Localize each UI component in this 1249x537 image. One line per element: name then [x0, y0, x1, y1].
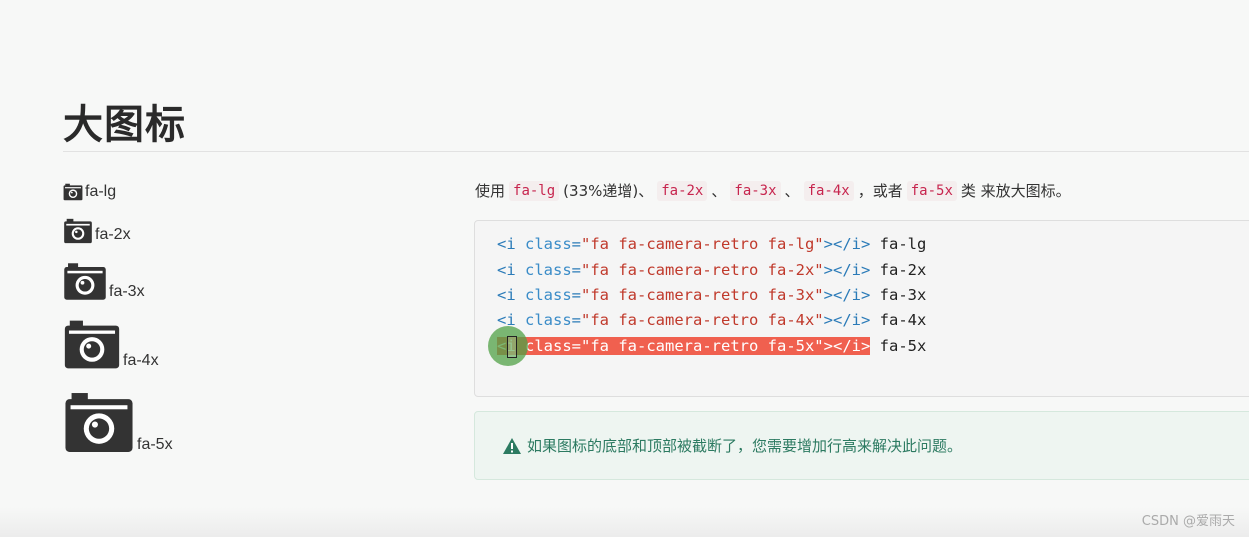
camera-retro-icon	[64, 263, 106, 300]
inline-code-5x: fa-5x	[906, 180, 957, 201]
camera-retro-icon	[65, 393, 133, 452]
text-cursor-icon	[507, 336, 517, 358]
description-mid: ，或者	[857, 182, 903, 200]
description-prefix: 使用	[475, 182, 506, 200]
code-block[interactable]: <i class="fa fa-camera-retro fa-lg"></i>…	[474, 220, 1249, 397]
code-attr: class	[525, 235, 572, 253]
code-tag-open: <i	[497, 261, 525, 279]
icon-example-lg: fa-lg	[63, 183, 116, 201]
code-string: "fa fa-camera-retro fa-2x"	[581, 261, 824, 279]
code-text: fa-5x	[870, 337, 927, 355]
description-suffix: 类 来放大图标。	[960, 182, 1071, 200]
selection-highlight: <i class="fa fa-camera-retro fa-5x"></i>	[497, 337, 871, 355]
code-attr: class	[525, 286, 572, 304]
code-tag-close: ></i>	[823, 311, 871, 329]
bottom-shadow	[0, 507, 1249, 537]
description-sep: 、	[711, 182, 727, 200]
inline-code-2x: fa-2x	[657, 180, 708, 201]
alert-text: 如果图标的底部和顶部被截断了，您需要增加行高来解决此问题。	[527, 437, 963, 455]
code-text: fa-4x	[870, 311, 927, 329]
icon-example-2x: fa-2x	[63, 218, 131, 244]
camera-retro-icon	[64, 320, 120, 369]
code-text: fa-lg	[870, 235, 927, 253]
description-sep: 、	[784, 182, 800, 200]
code-line[interactable]: <i class="fa fa-camera-retro fa-lg"></i>…	[497, 233, 926, 255]
code-eq: =	[571, 261, 582, 279]
code-tag-open: <i	[497, 235, 525, 253]
code-tag-close: ></i>	[823, 286, 871, 304]
code-string: "fa fa-camera-retro fa-lg"	[581, 235, 824, 253]
code-string: "fa fa-camera-retro fa-5x"	[581, 337, 824, 355]
code-attr: class	[525, 311, 572, 329]
code-eq: =	[571, 286, 582, 304]
icon-example-3x: fa-3x	[63, 262, 145, 301]
description: 使用 fa-lg (33%递增)、 fa-2x 、 fa-3x 、 fa-4x …	[474, 180, 1072, 201]
warning-alert: 如果图标的底部和顶部被截断了，您需要增加行高来解决此问题。	[474, 411, 1249, 480]
watermark: CSDN @爱雨天	[1141, 514, 1235, 529]
icon-example-label: fa-2x	[95, 226, 131, 243]
code-attr: class	[525, 337, 572, 355]
code-string: "fa fa-camera-retro fa-4x"	[581, 311, 824, 329]
page-title: 大图标	[63, 102, 186, 148]
icon-example-label: fa-5x	[137, 436, 173, 453]
inline-code-3x: fa-3x	[730, 180, 781, 201]
code-eq: =	[571, 337, 582, 355]
icon-example-label: fa-lg	[85, 183, 117, 200]
inline-code-4x: fa-4x	[803, 180, 854, 201]
warning-icon	[503, 437, 521, 454]
code-tag-close: ></i>	[823, 261, 871, 279]
title-divider	[63, 151, 1249, 152]
code-line[interactable]: <i class="fa fa-camera-retro fa-3x"></i>…	[497, 284, 926, 306]
code-tag-open: <i	[497, 286, 525, 304]
camera-retro-icon	[64, 218, 92, 244]
code-line[interactable]: <i class="fa fa-camera-retro fa-2x"></i>…	[497, 259, 926, 281]
description-note: (33%递增)、	[563, 182, 654, 200]
code-line-selected[interactable]: <i class="fa fa-camera-retro fa-5x"></i>…	[497, 335, 926, 357]
code-text: fa-3x	[870, 286, 927, 304]
code-tag-close: ></i>	[823, 235, 871, 253]
code-eq: =	[571, 311, 582, 329]
code-attr: class	[525, 261, 572, 279]
icon-example-label: fa-4x	[123, 352, 159, 369]
code-string: "fa fa-camera-retro fa-3x"	[581, 286, 824, 304]
code-text: fa-2x	[870, 261, 927, 279]
icon-example-5x: fa-5x	[63, 391, 173, 454]
code-tag-close: ></i>	[823, 337, 871, 355]
icon-example-label: fa-3x	[109, 283, 145, 300]
camera-retro-icon	[63, 183, 83, 201]
icon-example-4x: fa-4x	[63, 319, 159, 370]
code-line[interactable]: <i class="fa fa-camera-retro fa-4x"></i>…	[497, 309, 926, 331]
code-eq: =	[571, 235, 582, 253]
inline-code-lg: fa-lg	[509, 180, 560, 201]
